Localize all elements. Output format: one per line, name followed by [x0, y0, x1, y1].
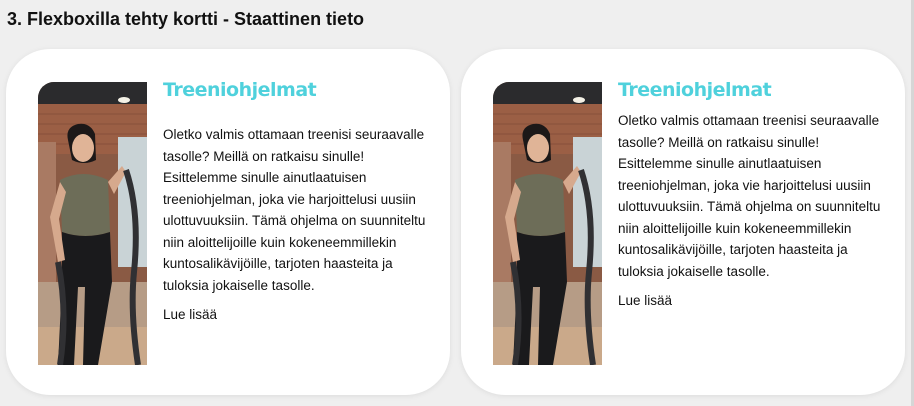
card-image: [493, 82, 602, 365]
gym-photo: [493, 82, 602, 365]
card-heading: Treeniohjelmat: [618, 79, 772, 101]
page-title: 3. Flexboxilla tehty kortti - Staattinen…: [7, 9, 365, 29]
card-content: Treeniohjelmat Oletko valmis ottamaan tr…: [618, 78, 890, 311]
card-description: Oletko valmis ottamaan treenisi seuraava…: [163, 127, 426, 293]
card-image: [38, 82, 147, 365]
training-card: Treeniohjelmat Oletko valmis ottamaan tr…: [461, 49, 905, 395]
card-content: Treeniohjelmat Oletko valmis ottamaan tr…: [163, 78, 435, 325]
gym-photo: [38, 82, 147, 365]
read-more-link[interactable]: Lue lisää: [163, 304, 217, 325]
card-description: Oletko valmis ottamaan treenisi seuraava…: [618, 113, 881, 279]
card-heading: Treeniohjelmat: [163, 79, 317, 101]
training-card: Treeniohjelmat Oletko valmis ottamaan tr…: [6, 49, 450, 395]
read-more-link[interactable]: Lue lisää: [618, 290, 672, 311]
